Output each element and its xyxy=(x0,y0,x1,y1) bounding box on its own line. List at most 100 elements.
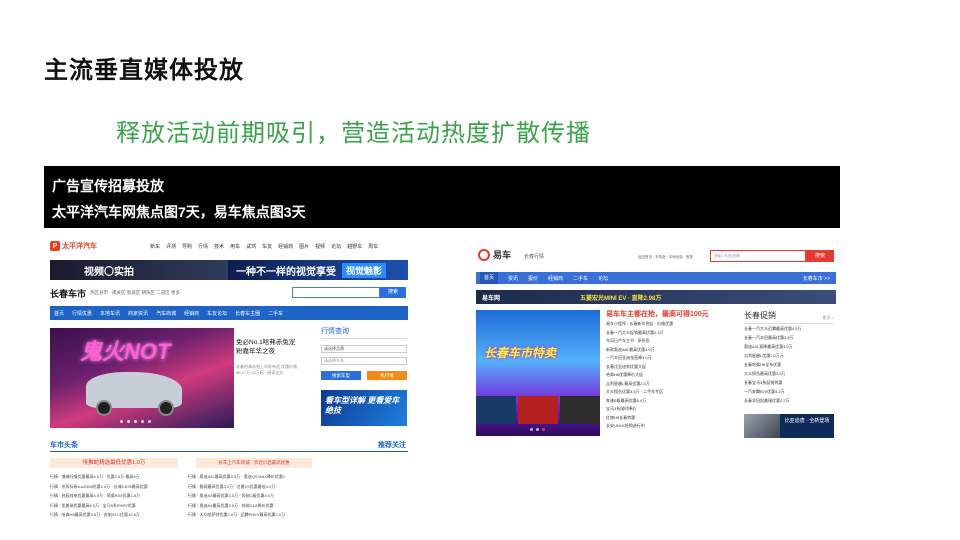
yc-headline[interactable]: 易车车主都在抢，最高可得100元 xyxy=(606,310,740,320)
list-item[interactable]: 行情 · 博瑞行情优惠最高4.0万 · 优惠2.5万 最高5万 xyxy=(50,472,190,482)
yc-focus-image[interactable]: 长春车市特卖 xyxy=(476,310,600,436)
pc-channel-item[interactable]: 长春车主圈 xyxy=(235,310,260,317)
pc-channel-item[interactable]: 车友论坛 xyxy=(207,310,227,317)
list-item[interactable]: 长春一汽丰田最高优惠3.8万 xyxy=(744,333,834,342)
pc-focus-image[interactable]: 鬼火NOT xyxy=(50,328,234,428)
yc-nav-item[interactable]: 二手车 xyxy=(573,275,588,282)
pc-ad-visual[interactable]: 一种不一样的视觉享受 视觉魅影 xyxy=(228,260,408,280)
yc-search-input[interactable]: 请输入车型/品牌 xyxy=(710,250,806,262)
pc-logo-mark: P xyxy=(50,241,60,251)
list-item[interactable]: 长春丰田凯美瑞优惠2.2万 xyxy=(744,396,834,405)
more-link[interactable]: 更多 > xyxy=(823,315,834,321)
pc-nav-item[interactable]: 新车 xyxy=(150,243,160,250)
pc-nav-item[interactable]: 视频 xyxy=(315,243,325,250)
pc-channel-item[interactable]: 首页 xyxy=(54,310,64,317)
yc-city-market-link[interactable]: 长春车市 >> xyxy=(803,275,830,282)
list-item[interactable]: 哈弗H6优惠降价大促 xyxy=(606,371,740,380)
list-item[interactable]: 新款奥迪A6L最高优惠4.0万 xyxy=(606,346,740,355)
list-item[interactable]: 红旗H5长春特惠 xyxy=(606,414,740,423)
list-item[interactable]: 行情 · 奥迪A4最高优惠3.5万 · 奔驰GLA降价优惠 xyxy=(188,501,328,511)
pc-nav-item[interactable]: 评测 xyxy=(166,243,176,250)
thumb-image[interactable] xyxy=(476,396,516,424)
pc-nav-item[interactable]: 行情 xyxy=(198,243,208,250)
list-item[interactable]: 一汽奔腾B70优惠4.2万 xyxy=(744,387,834,396)
brand-select[interactable]: 请选择品牌 xyxy=(321,345,407,353)
yc-side-ad[interactable]: 比亚迪唐 · 全新登场 xyxy=(744,414,834,438)
list-item[interactable]: 行情 · 凯美瑞优惠最高6.0万 · 宝马5系PHEV优惠 xyxy=(50,501,190,511)
pc-side-ad[interactable]: 看车型详解 更看爱车绝技 xyxy=(321,390,407,426)
pc-news-list: 行情 · 博瑞行情优惠最高4.0万 · 优惠2.5万 最高5万 行情 · 东风标… xyxy=(50,472,190,520)
pc-nav-item[interactable]: 导购 xyxy=(182,243,192,250)
pc-recommend-title[interactable]: 推荐关注 xyxy=(378,440,406,450)
carousel-dots[interactable] xyxy=(530,428,545,431)
pc-price-title: 行情查询 xyxy=(321,326,407,339)
list-item[interactable]: 大众探岳最高优惠3.5万 xyxy=(744,369,834,378)
pc-nav-item[interactable]: 试驾 xyxy=(246,243,256,250)
carousel-dots[interactable] xyxy=(120,420,151,423)
pc-nav-item[interactable]: 图片 xyxy=(299,243,309,250)
list-item[interactable]: 易车小程序 · 长春新车到店 · 价格优惠 xyxy=(606,320,740,329)
list-item[interactable]: 东风日产车主节 · 享折扣 xyxy=(606,337,740,346)
pc-focus-title[interactable]: 免必No.1哈弗赤兔宠粉嘉年华之夜 xyxy=(236,338,298,356)
yc-nav-item[interactable]: 报价 xyxy=(528,275,538,282)
pc-nav-item[interactable]: 车友 xyxy=(262,243,272,250)
pc-city-districts[interactable]: 热区县市 · 南关区 宽城区 朝阳区 二道区 更多 xyxy=(90,290,180,296)
yc-nav-item[interactable]: 资讯 xyxy=(508,275,518,282)
pc-nav-item[interactable]: 用车 xyxy=(230,243,240,250)
list-item[interactable]: 长春一汽大众促销最高优惠2.5万 xyxy=(606,329,740,338)
city-dropdown[interactable]: 长春行情 xyxy=(524,253,544,260)
pc-ad-video[interactable]: 视频〇实拍 xyxy=(50,260,228,280)
yc-search-button[interactable]: 搜索 xyxy=(806,250,834,262)
yc-nav-item[interactable]: 论坛 xyxy=(598,275,608,282)
yc-logo[interactable]: 易车 xyxy=(478,248,511,261)
pc-channel-item[interactable]: 二手车 xyxy=(268,310,283,317)
list-item[interactable]: 行情 · 哈弗H6最高优惠3.5万 · 奔驰GLC优惠10.6万 xyxy=(50,510,190,520)
pc-nav-item[interactable]: 越野车 xyxy=(347,243,362,250)
list-item[interactable]: 吉利星越L最高优惠2.0万 xyxy=(606,380,740,389)
pc-promo-banner[interactable]: 埃推蛇精选最低优惠1.0万 xyxy=(50,458,178,468)
pc-nav-item[interactable]: 论坛 xyxy=(331,243,341,250)
list-item[interactable]: 宝马3系限时降价 xyxy=(606,405,740,414)
list-item[interactable]: 行情 · 奥迪A4L最高优惠3.5万 · 奥迪Q5 MAX降价优惠1 xyxy=(188,472,328,482)
pc-nav-item[interactable]: 经销商 xyxy=(278,243,293,250)
pc-logo[interactable]: P 太平洋汽车 xyxy=(50,240,106,252)
list-item[interactable]: 行情 · 东风标致suv2008优惠2.5万 · 长城CE95最高优惠 xyxy=(50,482,190,492)
pc-nav-item[interactable]: 周车 xyxy=(368,243,378,250)
thumb-image[interactable] xyxy=(560,396,600,424)
list-item[interactable]: 奥迪A4L直降最高优惠4.0万 xyxy=(744,342,834,351)
search-model-button[interactable]: 搜索车型 xyxy=(321,371,361,380)
list-item[interactable]: 一汽丰田亚洲龙直降3.0万 xyxy=(606,354,740,363)
list-item[interactable]: 行情 · 启辰纯电优惠最高4.0万 · 荣威RX5优惠1.8万 xyxy=(50,491,190,501)
list-item[interactable]: 行情 · 雅阁最高优惠3.2万 · 名爵ZS优惠最低4.0万 xyxy=(188,482,328,492)
pc-channel-item[interactable]: 经销商 xyxy=(184,310,199,317)
pc-search-button[interactable]: 搜索 xyxy=(380,287,406,298)
pc-channel-item[interactable]: 本地车讯 xyxy=(100,310,120,317)
list-item[interactable]: 行情 · 奥迪A3最高优惠3.5万 · 奔驰C级优惠4.0万 xyxy=(188,491,328,501)
series-select[interactable]: 请选择车系 xyxy=(321,357,407,365)
pconline-screenshot: P 太平洋汽车 新车 评测 导购 行情 技术 用车 试驾 车友 经销商 图片 视… xyxy=(48,238,410,520)
list-item[interactable]: 长春宝马3系促销特惠 xyxy=(744,378,834,387)
pc-channel-item[interactable]: 行情优惠 xyxy=(72,310,92,317)
pc-search-input[interactable] xyxy=(292,287,380,298)
list-item[interactable]: 奔驰E级最高优惠6.0万 xyxy=(606,397,740,406)
list-item[interactable]: 长春一汽大众迈腾最高优惠4.5万 xyxy=(744,324,834,333)
pc-nav-item[interactable]: 技术 xyxy=(214,243,224,250)
find-price-button[interactable]: 找行情 xyxy=(367,371,407,380)
list-item[interactable]: 行情 · 大众帕萨特优惠2.0万 · 迈腾PHEV最高优惠2.5万 xyxy=(188,510,328,520)
yc-nav-item[interactable]: 经销商 xyxy=(548,275,563,282)
info-bar-line-2: 太平洋汽车网焦点图7天，易车焦点图3天 xyxy=(52,204,306,220)
pc-headline-title[interactable]: 车市头条 xyxy=(50,440,78,450)
list-item[interactable]: 长安UNI-K抢购进行中 xyxy=(606,422,740,431)
yc-nav-item[interactable]: 首页 xyxy=(480,272,499,284)
list-item[interactable]: 长春比亚迪宋优惠大促 xyxy=(606,363,740,372)
yc-top-links[interactable]: 返回首页 · 手机版 · 本地优惠 · 登录 xyxy=(638,255,693,260)
list-item[interactable]: 大众探岳优惠3.5万 · 二手车专区 xyxy=(606,388,740,397)
pc-channel-item[interactable]: 商家资讯 xyxy=(128,310,148,317)
pc-promo-banner[interactable]: 长车上汽车商城 · 享近价后最高优惠 xyxy=(196,458,312,468)
thumb-image[interactable] xyxy=(518,396,558,424)
yc-top-ad[interactable]: 易车网 五菱宏光MINI EV · 直降2.98万 xyxy=(476,290,836,304)
list-item[interactable]: 吉利星越L优惠2.0万元 xyxy=(744,351,834,360)
pc-focus-summary: 长春哈弗赤兔上市发布会 优惠价格 ¥8.67万-10万起 · 阅读全文 xyxy=(236,364,298,375)
pc-channel-item[interactable]: 汽车商城 xyxy=(156,310,176,317)
list-item[interactable]: 长春哈弗H6全系优惠 xyxy=(744,360,834,369)
